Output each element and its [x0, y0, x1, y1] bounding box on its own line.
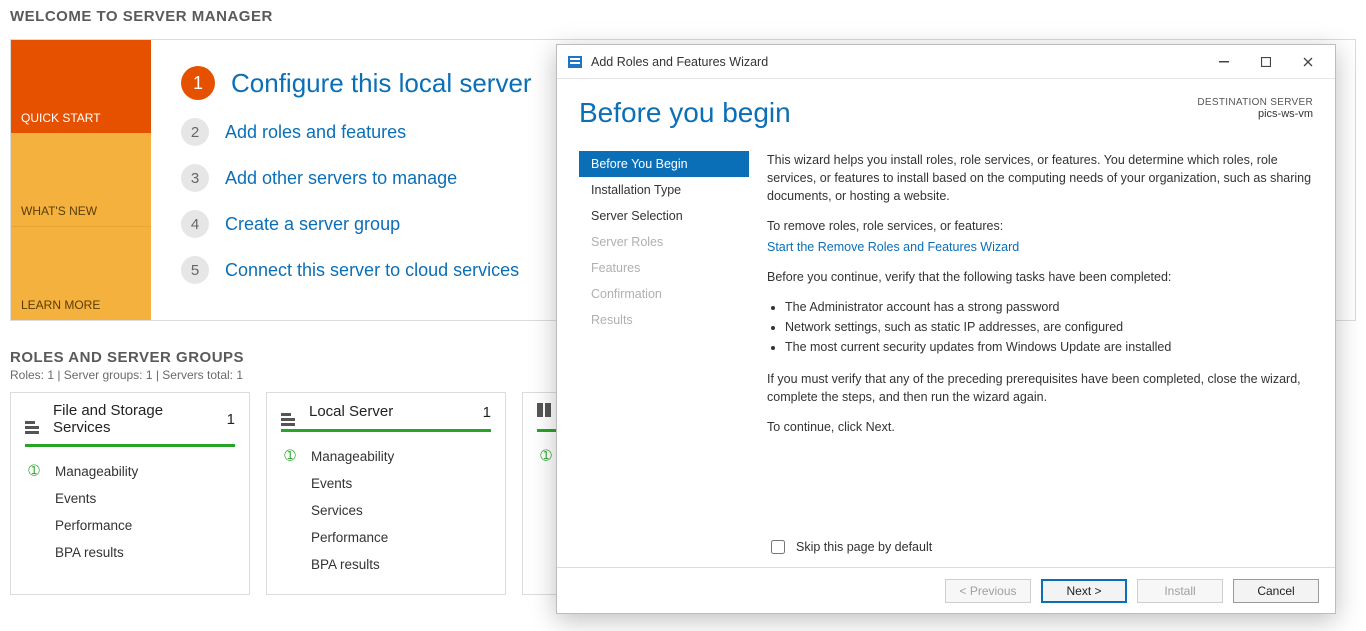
arrow-up-circle-icon: ➀: [537, 448, 555, 464]
install-button: Install: [1137, 579, 1223, 603]
tile-row-bpa-results[interactable]: BPA results: [281, 551, 491, 578]
wizard-remove-line: To remove roles, role services, or featu…: [767, 217, 1313, 235]
tile-row-performance[interactable]: Performance: [281, 524, 491, 551]
step-number-badge: 2: [181, 118, 209, 146]
sidenav-whats-new[interactable]: WHAT'S NEW: [11, 133, 151, 226]
skip-page-checkbox[interactable]: [771, 540, 785, 554]
wizard-nav: Before You Begin Installation Type Serve…: [579, 151, 749, 537]
wizard-prereq-list: The Administrator account has a strong p…: [767, 298, 1313, 356]
window-close-button[interactable]: [1287, 48, 1329, 76]
wizard-intro-text: This wizard helps you install roles, rol…: [767, 151, 1313, 205]
step-label: Connect this server to cloud services: [225, 260, 519, 281]
next-button[interactable]: Next >: [1041, 579, 1127, 603]
all-servers-icon: [537, 403, 555, 421]
tile-row-bpa-results[interactable]: BPA results: [25, 539, 235, 566]
dialog-title: Add Roles and Features Wizard: [591, 55, 1203, 69]
tile-row-services[interactable]: Services: [281, 497, 491, 524]
wizard-continue-line: To continue, click Next.: [767, 418, 1313, 436]
skip-page-label: Skip this page by default: [796, 540, 932, 554]
server-icon: [281, 403, 299, 421]
tile-count: 1: [227, 411, 235, 428]
step-number-badge: 3: [181, 164, 209, 192]
step-label: Create a server group: [225, 214, 400, 235]
tile-title: Local Server: [309, 404, 473, 421]
arrow-up-circle-icon: ➀: [281, 448, 299, 464]
tile-file-storage-services[interactable]: File and Storage Services 1 ➀Manageabili…: [10, 392, 250, 595]
wizard-close-line: If you must verify that any of the prece…: [767, 370, 1313, 406]
step-number-badge: 4: [181, 210, 209, 238]
welcome-sidenav: QUICK START WHAT'S NEW LEARN MORE: [11, 40, 151, 320]
tile-title: File and Storage Services: [53, 403, 217, 436]
nav-features: Features: [579, 255, 749, 281]
prereq-item: Network settings, such as static IP addr…: [785, 318, 1313, 336]
prereq-item: The Administrator account has a strong p…: [785, 298, 1313, 316]
tile-row-events[interactable]: Events: [281, 470, 491, 497]
wizard-app-icon: [567, 54, 583, 70]
prereq-item: The most current security updates from W…: [785, 338, 1313, 356]
step-label: Configure this local server: [231, 68, 532, 99]
start-remove-wizard-link[interactable]: Start the Remove Roles and Features Wiza…: [767, 240, 1019, 254]
wizard-content: This wizard helps you install roles, rol…: [749, 151, 1313, 537]
nav-server-selection[interactable]: Server Selection: [579, 203, 749, 229]
storage-icon: [25, 411, 43, 429]
sidenav-learn-more[interactable]: LEARN MORE: [11, 226, 151, 320]
tile-local-server[interactable]: Local Server 1 ➀Manageability Events Ser…: [266, 392, 506, 595]
destination-server-label: DESTINATION SERVER: [1197, 97, 1313, 108]
destination-server-block: DESTINATION SERVER pics-ws-vm: [1197, 97, 1313, 120]
previous-button: < Previous: [945, 579, 1031, 603]
nav-confirmation: Confirmation: [579, 281, 749, 307]
tile-row-events[interactable]: Events: [25, 485, 235, 512]
destination-server-name: pics-ws-vm: [1197, 108, 1313, 120]
tile-row-manageability[interactable]: ➀Manageability: [281, 442, 491, 470]
tile-row-performance[interactable]: Performance: [25, 512, 235, 539]
nav-before-you-begin[interactable]: Before You Begin: [579, 151, 749, 177]
nav-installation-type[interactable]: Installation Type: [579, 177, 749, 203]
wizard-heading: Before you begin: [579, 97, 1197, 129]
nav-server-roles: Server Roles: [579, 229, 749, 255]
arrow-up-circle-icon: ➀: [25, 463, 43, 479]
wizard-footer: < Previous Next > Install Cancel: [557, 567, 1335, 613]
window-maximize-button[interactable]: [1245, 48, 1287, 76]
add-roles-features-wizard-dialog: Add Roles and Features Wizard Before you…: [556, 44, 1336, 614]
window-minimize-button[interactable]: [1203, 48, 1245, 76]
nav-results: Results: [579, 307, 749, 333]
dialog-titlebar[interactable]: Add Roles and Features Wizard: [557, 45, 1335, 79]
step-number-badge: 1: [181, 66, 215, 100]
welcome-title: WELCOME TO SERVER MANAGER: [0, 0, 1366, 39]
wizard-verify-line: Before you continue, verify that the fol…: [767, 268, 1313, 286]
tile-count: 1: [483, 404, 491, 421]
step-label: Add other servers to manage: [225, 168, 457, 189]
cancel-button[interactable]: Cancel: [1233, 579, 1319, 603]
step-label: Add roles and features: [225, 122, 406, 143]
sidenav-quick-start[interactable]: QUICK START: [11, 40, 151, 133]
tile-row-manageability[interactable]: ➀Manageability: [25, 457, 235, 485]
step-number-badge: 5: [181, 256, 209, 284]
